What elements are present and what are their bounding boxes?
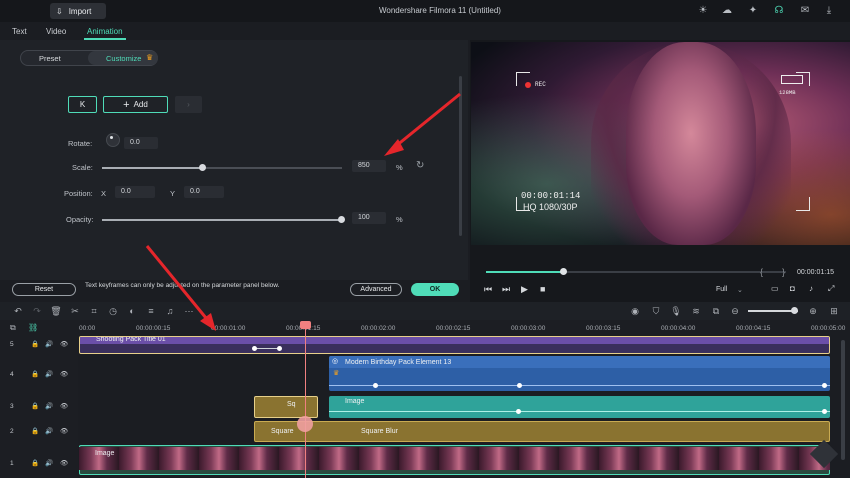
arrow-to-scale	[384, 92, 461, 156]
annotation-arrows	[145, 92, 461, 331]
arrow-to-playhead	[145, 245, 216, 331]
